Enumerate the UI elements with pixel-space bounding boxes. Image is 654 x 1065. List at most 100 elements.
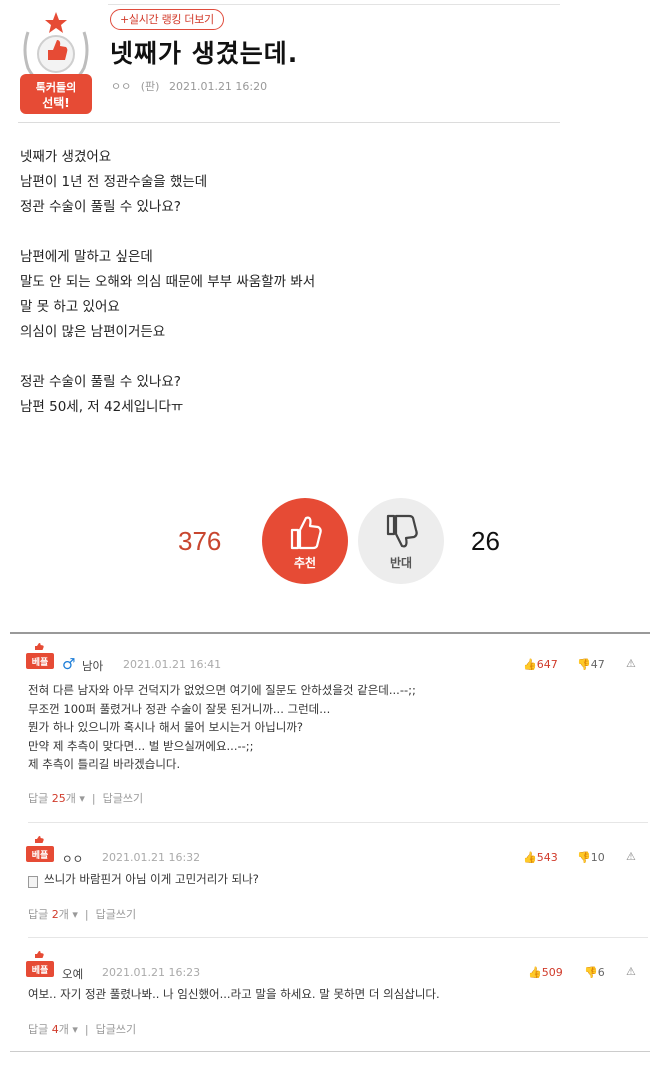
comment-like-count: 543 bbox=[536, 851, 558, 864]
badge-line2: 선택! bbox=[42, 95, 70, 110]
comment-author[interactable]: 남아 bbox=[82, 658, 103, 674]
chevron-down-icon: ▾ bbox=[72, 908, 78, 921]
post-category: (판) bbox=[140, 80, 160, 93]
comment-line: 여보.. 자기 정관 풀렸나봐.. 나 임신했어...라고 말을 하세요. 말 … bbox=[28, 987, 440, 1001]
vote-area: 376 추천 반대 26 bbox=[0, 496, 654, 588]
comment-line: 쓰니가 바람핀거 아님 이게 고민거리가 되나? bbox=[44, 872, 259, 886]
top-divider bbox=[108, 4, 560, 5]
comment-footer: 답글 2개 ▾ | 답글쓰기 bbox=[28, 908, 137, 921]
oppose-label: 반대 bbox=[389, 556, 413, 570]
comment-line: 만약 제 추측이 맞다면... 벌 받으실꺼에요...--;; bbox=[28, 738, 254, 753]
comment-author[interactable]: 오예 bbox=[62, 966, 83, 982]
reply-toggle[interactable]: 답글 4개 ▾ bbox=[28, 1023, 78, 1036]
reply-suffix: 개 bbox=[58, 908, 69, 921]
oppose-button[interactable]: 반대 bbox=[358, 498, 444, 584]
male-icon: ♂ bbox=[62, 655, 76, 673]
report-icon[interactable]: ⚠ bbox=[626, 965, 636, 978]
best-badge-label: 베플 bbox=[32, 849, 49, 861]
comment-dislike-button[interactable]: 👎47 bbox=[577, 658, 605, 671]
best-comments-list: 베플 ♂ 남아 2021.01.21 16:41 👍647 👎47 ⚠ 전혀 다… bbox=[10, 632, 650, 1052]
post-body-line: 남편이 1년 전 정관수술을 했는데 bbox=[20, 174, 208, 190]
comment-like-button[interactable]: 👍647 bbox=[523, 658, 558, 671]
post-meta: ㅇㅇ (판) 2021.01.21 16:20 bbox=[111, 78, 273, 94]
comment-datetime: 2021.01.21 16:23 bbox=[102, 966, 201, 979]
post-body-line: 남편 50세, 저 42세입니다ㅠ bbox=[20, 399, 184, 415]
recommend-button[interactable]: 추천 bbox=[262, 498, 348, 584]
oppose-count: 26 bbox=[471, 526, 500, 556]
thumbs-down-icon: 👎 bbox=[577, 658, 591, 671]
chevron-down-icon: ▾ bbox=[72, 1023, 78, 1036]
comment-dislike-count: 10 bbox=[590, 851, 605, 864]
reply-count: 4 bbox=[51, 1023, 59, 1036]
best-reply-badge: 베플 bbox=[26, 643, 54, 669]
comment-text: 전혀 다른 남자와 아무 건덕지가 없었으면 여기에 질문도 안하셨을것 같은데… bbox=[28, 681, 416, 774]
reply-toggle[interactable]: 답글 25개 ▾ bbox=[28, 792, 85, 805]
chevron-down-icon: ▾ bbox=[79, 792, 85, 805]
post-body-line: 남편에게 말하고 싶은데 bbox=[20, 249, 153, 265]
post-body-line: 넷째가 생겼어요 bbox=[20, 149, 112, 165]
realtime-ranking-link[interactable]: +실시간 랭킹 더보기 bbox=[110, 9, 224, 30]
comment-line: 뭔가 하나 있으니까 혹시나 해서 물어 보시는거 아닙니까? bbox=[28, 720, 304, 734]
comment-like-count: 509 bbox=[541, 966, 563, 979]
badge-line1: 톡커들의 bbox=[36, 80, 76, 94]
reply-prefix: 답글 bbox=[28, 792, 49, 805]
comment-line: 제 추측이 틀리길 바라겠습니다. bbox=[28, 757, 181, 771]
write-reply-link[interactable]: 답글쓰기 bbox=[96, 908, 136, 921]
comment-author[interactable]: ㅇㅇ bbox=[62, 851, 83, 867]
best-badge-label: 베플 bbox=[32, 656, 49, 668]
thumbs-up-icon: 👍 bbox=[528, 966, 542, 979]
report-icon[interactable]: ⚠ bbox=[626, 850, 636, 863]
thumbs-down-icon: 👎 bbox=[584, 966, 598, 979]
reply-count: 25 bbox=[51, 792, 66, 805]
post-datetime: 2021.01.21 16:20 bbox=[168, 80, 268, 93]
report-icon[interactable]: ⚠ bbox=[626, 657, 636, 670]
comment-dislike-count: 6 bbox=[597, 966, 605, 979]
post-body-line: 의심이 많은 남편이거든요 bbox=[20, 324, 166, 340]
comment-line: 무조껀 100퍼 풀렸거나 정관 수술이 잘못 된거니까... 그런데... bbox=[28, 701, 331, 716]
reply-prefix: 답글 bbox=[28, 908, 49, 921]
reply-suffix: 개 bbox=[58, 1023, 69, 1036]
comment-datetime: 2021.01.21 16:32 bbox=[102, 851, 201, 864]
thumbs-up-icon bbox=[290, 516, 322, 550]
best-reply-badge: 베플 bbox=[26, 836, 54, 862]
comment-text: 여보.. 자기 정관 풀렸나봐.. 나 임신했어...라고 말을 하세요. 말 … bbox=[28, 985, 440, 1004]
comment-line: 전혀 다른 남자와 아무 건덕지가 없었으면 여기에 질문도 안하셨을것 같은데… bbox=[28, 683, 416, 697]
reply-toggle[interactable]: 답글 2개 ▾ bbox=[28, 908, 78, 921]
comment-text: 쓰니가 바람핀거 아님 이게 고민거리가 되나? bbox=[44, 870, 259, 889]
post-author[interactable]: ㅇㅇ bbox=[111, 80, 131, 93]
comment-divider bbox=[28, 822, 648, 823]
write-reply-link[interactable]: 답글쓰기 bbox=[103, 792, 143, 805]
comment-like-button[interactable]: 👍509 bbox=[528, 966, 563, 979]
comment-footer: 답글 4개 ▾ | 답글쓰기 bbox=[28, 1023, 137, 1036]
reply-prefix: 답글 bbox=[28, 1023, 49, 1036]
best-badge-label: 베플 bbox=[32, 964, 49, 976]
thumbs-up-icon: 👍 bbox=[523, 658, 537, 671]
post-body-line: 말도 안 되는 오해와 의심 때문에 부부 싸움할까 봐서 bbox=[20, 274, 316, 290]
post-title: 넷째가 생겼는데. bbox=[110, 39, 299, 68]
comment-like-button[interactable]: 👍543 bbox=[523, 851, 558, 864]
comment-divider bbox=[28, 937, 648, 938]
comment-item: 베플 ㅇㅇ 2021.01.21 16:32 👍543 👎10 ⚠ 쓰니가 바람… bbox=[10, 827, 650, 939]
thumbs-up-icon: 👍 bbox=[523, 851, 537, 864]
comment-item: 베플 ♂ 남아 2021.01.21 16:41 👍647 👎47 ⚠ 전혀 다… bbox=[10, 634, 650, 822]
post-body-line: 정관 수술이 풀릴 수 있나요? bbox=[20, 374, 181, 390]
memo-icon bbox=[28, 876, 38, 888]
post-body-line bbox=[20, 345, 540, 370]
comment-datetime: 2021.01.21 16:41 bbox=[123, 658, 222, 671]
thumbs-down-icon: 👎 bbox=[577, 851, 591, 864]
thumbs-down-icon bbox=[386, 514, 418, 548]
comment-dislike-button[interactable]: 👎6 bbox=[584, 966, 605, 979]
comment-item: 베플 오예 2021.01.21 16:23 👍509 👎6 ⚠ 여보.. 자기… bbox=[10, 942, 650, 1052]
recommend-label: 추천 bbox=[293, 556, 317, 570]
comment-like-count: 647 bbox=[536, 658, 558, 671]
best-reply-badge: 베플 bbox=[26, 951, 54, 977]
recommend-count: 376 bbox=[178, 526, 222, 556]
header-divider bbox=[18, 122, 560, 123]
comment-footer: 답글 25개 ▾ | 답글쓰기 bbox=[28, 792, 144, 805]
toker-choice-badge: 톡커들의 선택! bbox=[20, 12, 92, 114]
comment-dislike-count: 47 bbox=[590, 658, 605, 671]
reply-count: 2 bbox=[51, 908, 59, 921]
post-body-line: 말 못 하고 있어요 bbox=[20, 299, 120, 315]
write-reply-link[interactable]: 답글쓰기 bbox=[96, 1023, 136, 1036]
comment-dislike-button[interactable]: 👎10 bbox=[577, 851, 605, 864]
